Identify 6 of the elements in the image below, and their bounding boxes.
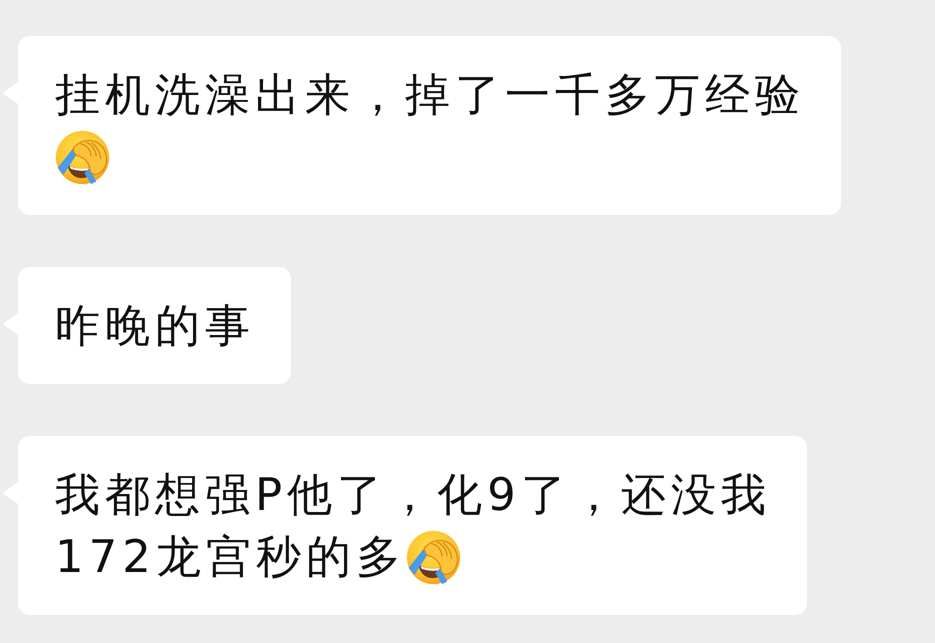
message-text: 我都想强P他了，化9了，还没我 <box>55 467 771 523</box>
message-text: 昨晚的事 <box>55 298 255 354</box>
facepalm-emoji-icon <box>406 530 461 584</box>
message-text: 172龙宫秒的多 <box>55 529 406 585</box>
facepalm-emoji-icon <box>55 130 110 184</box>
message-text: 挂机洗澡出来，掉了一千多万经验 <box>55 67 805 123</box>
